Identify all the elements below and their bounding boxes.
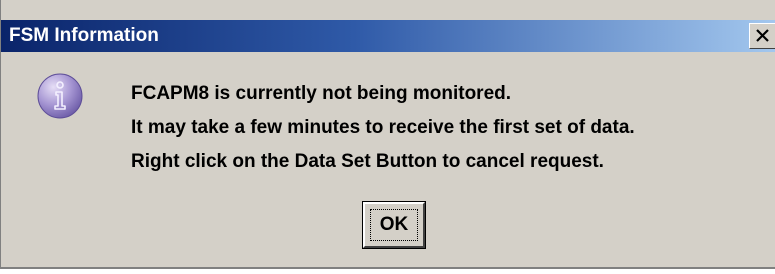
message-line: FCAPM8 is currently not being monitored. (131, 83, 512, 104)
ok-button[interactable]: OK (362, 201, 426, 249)
message-line: Right click on the Data Set Button to ca… (131, 151, 604, 172)
information-dialog: FSM Information FCAPM8 is currently not … (0, 0, 775, 269)
ok-button-label: OK (370, 209, 418, 241)
title-bar[interactable]: FSM Information (1, 20, 775, 52)
information-icon (37, 73, 83, 119)
message-line: It may take a few minutes to receive the… (131, 117, 635, 138)
message-text: FCAPM8 is currently not being monitored.… (131, 77, 635, 179)
close-button[interactable] (749, 23, 775, 49)
close-icon (756, 29, 769, 42)
window-title: FSM Information (9, 25, 159, 46)
